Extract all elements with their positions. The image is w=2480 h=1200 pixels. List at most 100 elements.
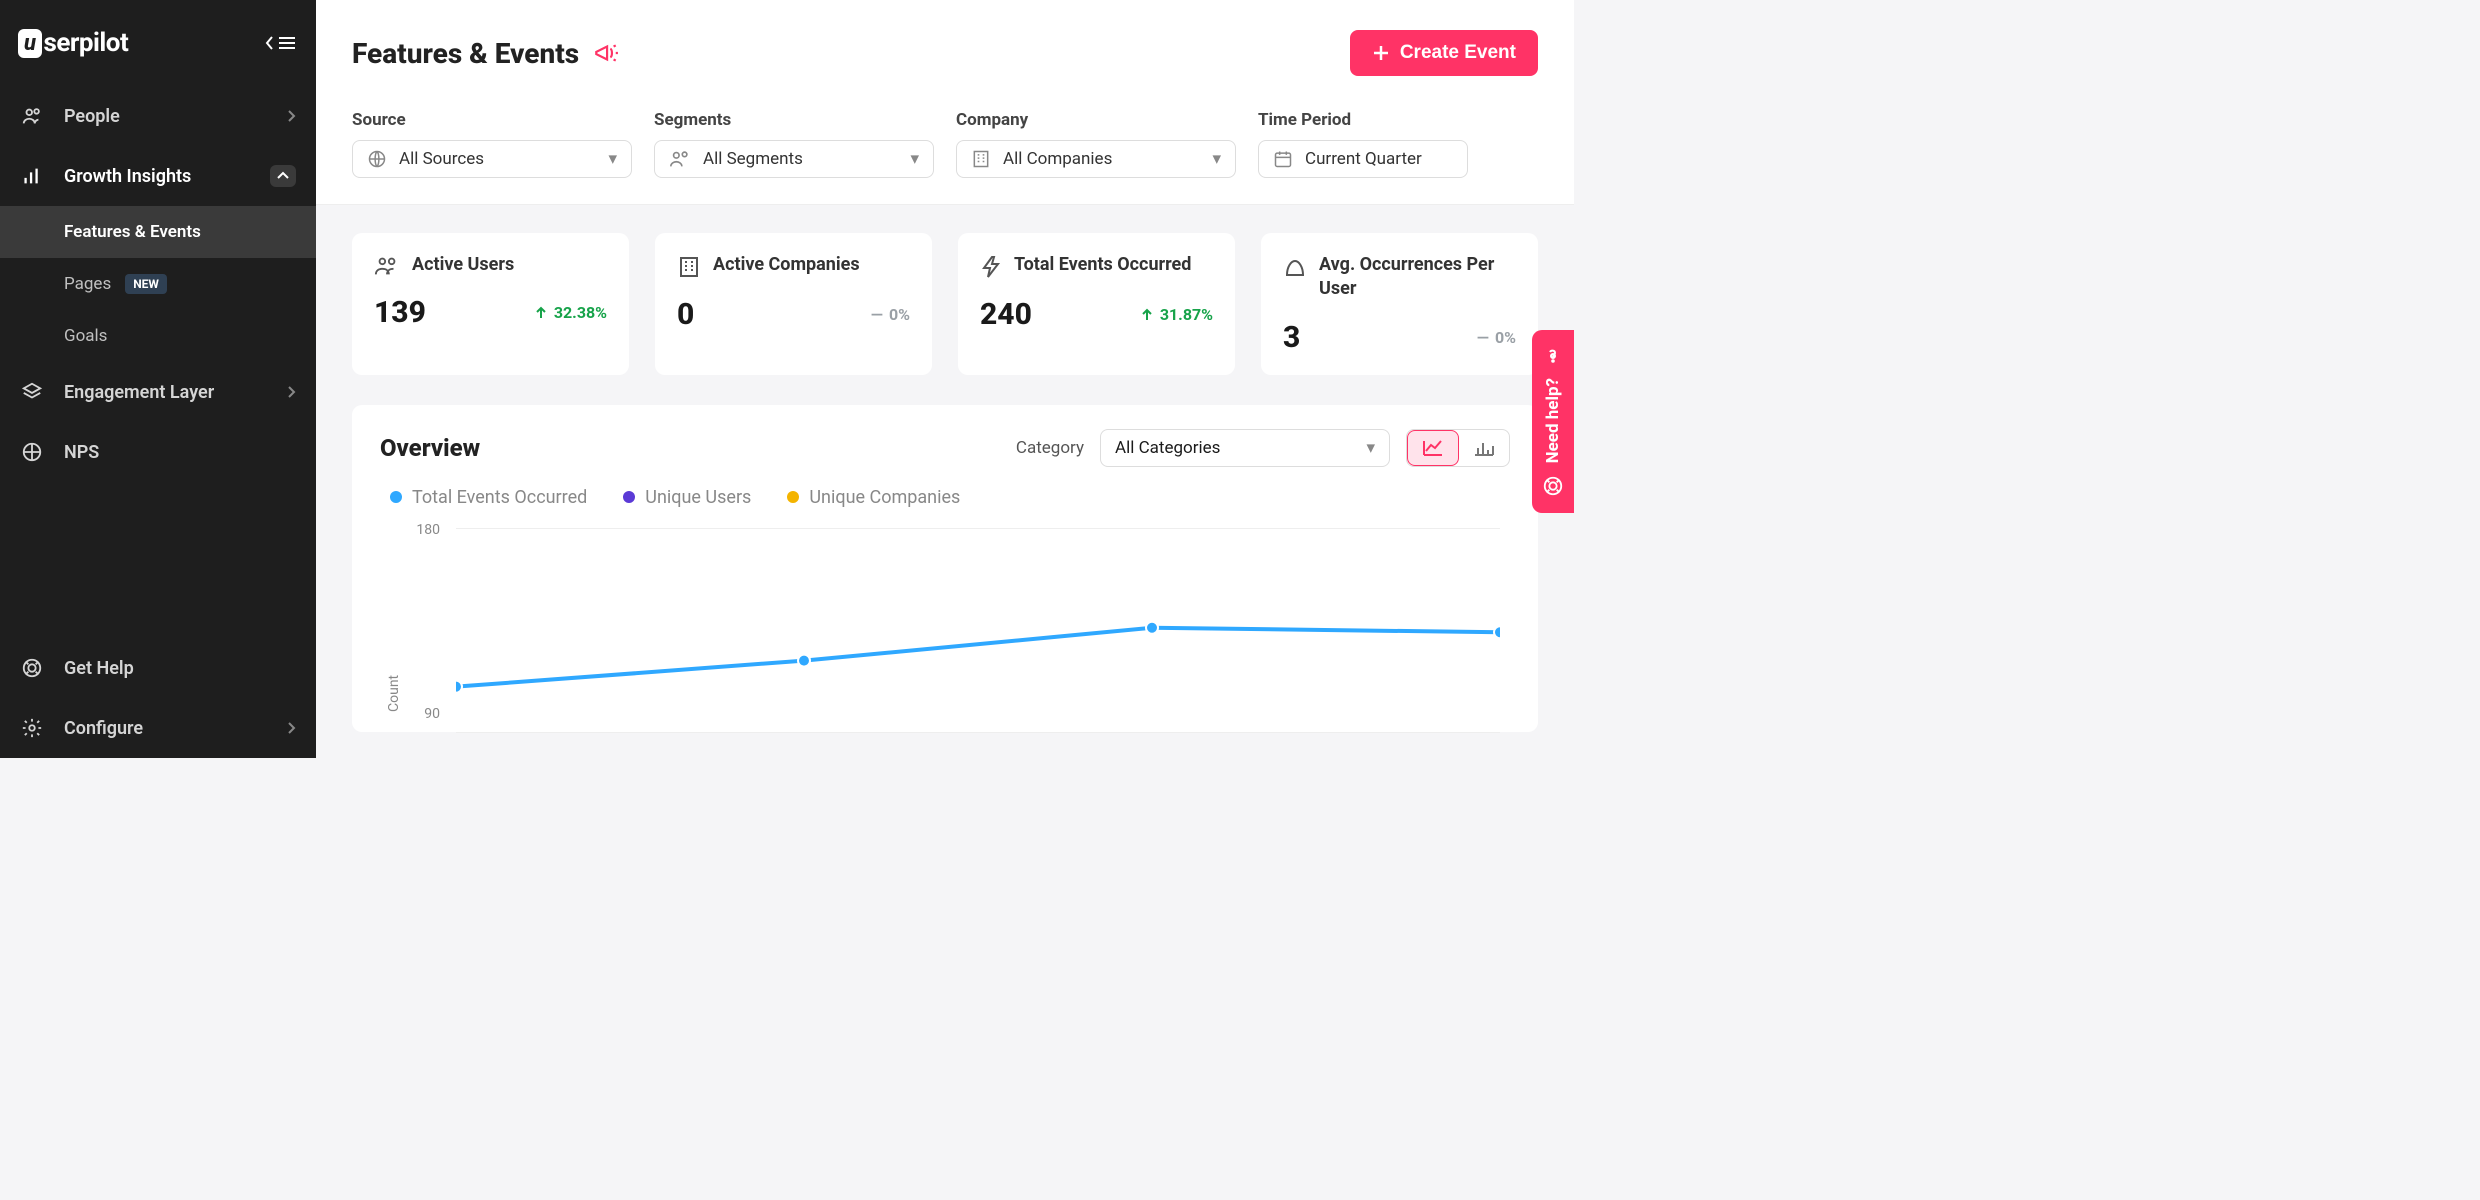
chevron-down-icon: ▾ [910, 149, 919, 169]
people-icon [20, 104, 44, 128]
chevron-right-icon [286, 109, 296, 123]
y-ticks: 180 90 [408, 522, 448, 722]
gear-icon [20, 716, 44, 740]
filter-label: Company [956, 110, 1236, 130]
help-tab-label: Need help? [1543, 378, 1563, 463]
chart-area: Count 180 90 [380, 522, 1510, 732]
stat-delta-value: 0% [889, 305, 910, 324]
time-period-select[interactable]: Current Quarter [1258, 140, 1468, 178]
primary-nav: People Growth Insights Features & Events [0, 86, 316, 758]
collapse-sidebar-button[interactable] [262, 35, 296, 51]
sidebar-item-label: Engagement Layer [64, 382, 214, 403]
create-event-button[interactable]: Create Event [1350, 30, 1538, 76]
lightning-icon [980, 255, 1002, 279]
subnav-item-features-events[interactable]: Features & Events [0, 206, 316, 258]
chevron-left-icon [262, 35, 276, 51]
stat-value: 0 [677, 297, 694, 332]
select-value: All Categories [1115, 438, 1220, 458]
chart-legend: Total Events Occurred Unique Users Uniqu… [380, 467, 1510, 512]
line-chart-button[interactable] [1407, 430, 1459, 466]
chevron-right-icon [286, 385, 296, 399]
content: Active Users 139 32.38% [316, 205, 1574, 758]
filter-label: Segments [654, 110, 934, 130]
users-icon [669, 149, 691, 169]
sidebar-item-configure[interactable]: Configure [0, 698, 316, 758]
stat-value: 139 [374, 295, 426, 330]
subnav-item-goals[interactable]: Goals [0, 310, 316, 362]
need-help-tab[interactable]: Need help? [1532, 330, 1574, 513]
filter-label: Time Period [1258, 110, 1468, 130]
stat-total-events: Total Events Occurred 240 31.87% [958, 233, 1235, 375]
stat-delta: — 0% [1477, 328, 1516, 347]
sidebar-item-engagement-layer[interactable]: Engagement Layer [0, 362, 316, 422]
building-icon [677, 255, 701, 279]
legend-dot-icon [787, 491, 799, 503]
legend-unique-users[interactable]: Unique Users [623, 487, 751, 508]
page-title: Features & Events [352, 37, 619, 70]
sidebar-item-people[interactable]: People [0, 86, 316, 146]
stat-active-users: Active Users 139 32.38% [352, 233, 629, 375]
chevron-right-icon [286, 721, 296, 735]
bar-chart-button[interactable] [1459, 430, 1509, 466]
building-icon [971, 149, 991, 169]
stat-delta: 32.38% [534, 303, 607, 322]
lifebuoy-icon [1542, 475, 1564, 497]
sidebar-item-label: People [64, 106, 120, 127]
arrow-up-icon [1140, 308, 1154, 322]
sidebar: u serpilot People [0, 0, 316, 758]
dash-icon: — [871, 305, 883, 324]
chevron-up-icon [270, 165, 296, 187]
company-select[interactable]: All Companies ▾ [956, 140, 1236, 178]
stat-delta: 31.87% [1140, 305, 1213, 324]
create-event-label: Create Event [1400, 42, 1516, 64]
main: Features & Events Create Event Source Al… [316, 0, 1574, 758]
sidebar-header: u serpilot [0, 0, 316, 86]
sidebar-item-get-help[interactable]: Get Help [0, 638, 316, 698]
y-tick: 180 [416, 522, 440, 538]
subnav-item-pages[interactable]: Pages NEW [0, 258, 316, 310]
users-icon [374, 255, 400, 277]
bar-chart-icon [1473, 439, 1495, 457]
logo-badge: u [18, 29, 42, 58]
stat-title: Active Users [412, 253, 514, 277]
legend-label: Total Events Occurred [412, 487, 587, 508]
line-chart-icon [1422, 439, 1444, 457]
filter-source: Source All Sources ▾ [352, 110, 632, 178]
source-select[interactable]: All Sources ▾ [352, 140, 632, 178]
menu-icon [278, 35, 296, 51]
subnav-item-label: Features & Events [64, 222, 201, 242]
sidebar-item-growth-insights[interactable]: Growth Insights [0, 146, 316, 206]
chart-type-toggle [1406, 429, 1510, 467]
gauge-icon [20, 440, 44, 464]
filter-time-period: Time Period Current Quarter [1258, 110, 1468, 178]
sidebar-item-label: Get Help [64, 658, 134, 679]
line-chart: 180 90 [408, 522, 1510, 732]
stat-title: Avg. Occurrences Per User [1319, 253, 1516, 302]
stat-delta: — 0% [871, 305, 910, 324]
select-value: All Segments [703, 149, 803, 169]
legend-total-events[interactable]: Total Events Occurred [390, 487, 587, 508]
brand-logo: u serpilot [18, 28, 128, 58]
segments-select[interactable]: All Segments ▾ [654, 140, 934, 178]
stat-value: 240 [980, 297, 1032, 332]
sidebar-item-nps[interactable]: NPS [0, 422, 316, 482]
chevron-down-icon: ▾ [1366, 438, 1375, 458]
stats-row: Active Users 139 32.38% [352, 233, 1538, 375]
stat-delta-value: 0% [1495, 328, 1516, 347]
globe-icon [367, 149, 387, 169]
legend-dot-icon [623, 491, 635, 503]
subnav-item-label: Pages [64, 274, 111, 294]
stat-delta-value: 32.38% [554, 303, 607, 322]
subnav-growth-insights: Features & Events Pages NEW Goals [0, 206, 316, 362]
chevron-down-icon: ▾ [1212, 149, 1221, 169]
overview-title: Overview [380, 434, 480, 462]
lifebuoy-icon [20, 656, 44, 680]
legend-unique-companies[interactable]: Unique Companies [787, 487, 960, 508]
filter-company: Company All Companies ▾ [956, 110, 1236, 178]
plot-area [456, 528, 1500, 732]
stat-avg-occurrences: Avg. Occurrences Per User 3 — 0% [1261, 233, 1538, 375]
legend-label: Unique Companies [809, 487, 960, 508]
question-icon [1543, 346, 1563, 366]
category-select[interactable]: All Categories ▾ [1100, 429, 1390, 467]
sidebar-item-label: Configure [64, 718, 143, 739]
